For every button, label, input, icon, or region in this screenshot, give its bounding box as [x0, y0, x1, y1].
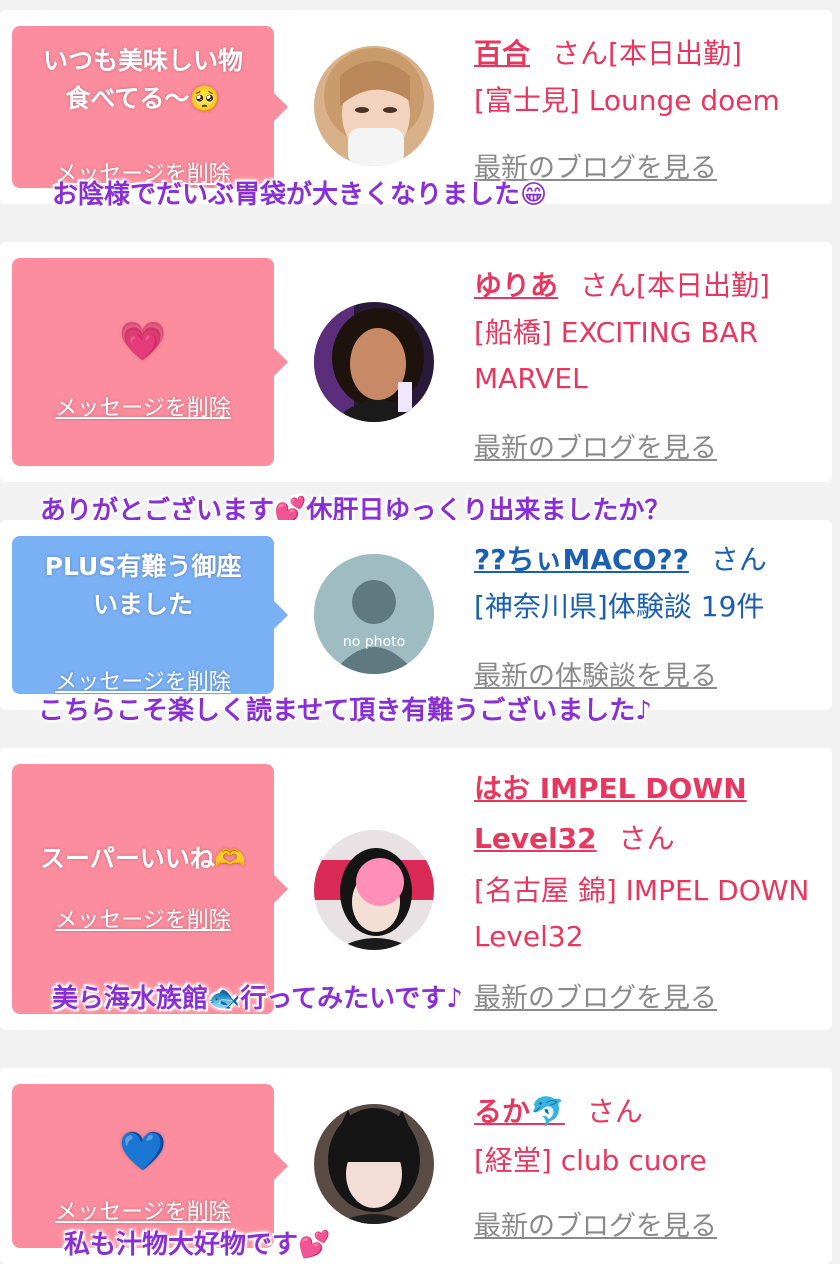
honorific: さん — [586, 1095, 643, 1128]
message-bubble: 💗 メッセージを削除 — [12, 258, 288, 466]
latest-blog-link[interactable]: 最新のブログを見る — [474, 976, 717, 1015]
delete-message-link[interactable]: メッセージを削除 — [12, 390, 274, 422]
shop-info: [名古屋 錦] IMPEL DOWN Level32 — [474, 874, 810, 953]
honorific: さん — [552, 37, 609, 70]
cast-name-link[interactable]: 百合 — [474, 37, 530, 70]
heart-icon: 💗 — [119, 319, 167, 363]
cast-info: 百合 さん[本日出勤] [富士見] Lounge doem — [474, 32, 824, 124]
latest-blog-link[interactable]: 最新のブログを見る — [474, 1204, 717, 1243]
delete-message-link[interactable]: メッセージを削除 — [12, 1194, 274, 1226]
message-bubble: いつも美味しい物 食べてる〜🥺 メッセージを削除 — [12, 26, 288, 188]
latest-blog-link[interactable]: 最新のブログを見る — [474, 426, 717, 465]
shop-info: [神奈川県]体験談 19件 — [474, 590, 765, 623]
heart-icon: 💙 — [119, 1129, 167, 1173]
delete-message-link[interactable]: メッセージを削除 — [12, 902, 274, 934]
reply-caption: お陰様でだいぶ胃袋が大きくなりました😁 — [52, 180, 548, 210]
honorific: さん — [618, 822, 675, 855]
status-badge: [本日出勤] — [608, 37, 742, 70]
cast-name-link[interactable]: はお IMPEL DOWN Level32 — [474, 772, 747, 855]
cast-name-link[interactable]: ??ちぃMACO?? — [474, 543, 689, 576]
honorific: さん — [710, 543, 767, 576]
no-photo-label: no photo — [342, 634, 406, 650]
avatar[interactable] — [314, 302, 434, 422]
shop-info: [船橋] EXCITING BAR MARVEL — [474, 316, 759, 395]
bubble-message: いつも美味しい物 食べてる〜🥺 — [42, 46, 243, 113]
avatar[interactable] — [314, 46, 434, 166]
status-badge: [本日出勤] — [636, 269, 770, 302]
reply-caption: こちらこそ楽しく読ませて頂き有難うございました♪ — [38, 696, 652, 726]
cast-info: ??ちぃMACO?? さん [神奈川県]体験談 19件 — [474, 538, 824, 630]
avatar[interactable]: no photo — [314, 554, 434, 674]
cast-name-link[interactable]: ゆりあ — [474, 269, 558, 302]
cast-info: ゆりあ さん[本日出勤] [船橋] EXCITING BAR MARVEL — [474, 264, 824, 402]
bubble-message: スーパーいいね🫶 — [40, 844, 246, 873]
message-card: PLUS有難う御座 いました メッセージを削除 no photo ??ちぃMAC… — [0, 520, 832, 710]
cast-info: はお IMPEL DOWN Level32 さん [名古屋 錦] IMPEL DO… — [474, 766, 824, 960]
message-card: 💗 メッセージを削除 ゆりあ さん[本日出勤] [船橋] EXCITING BAR… — [0, 242, 832, 482]
reply-caption: 私も汁物大好物です💕 — [64, 1230, 331, 1260]
avatar[interactable] — [314, 1104, 434, 1224]
latest-review-link[interactable]: 最新の体験談を見る — [474, 654, 717, 693]
cast-name-link[interactable]: るか🐬 — [474, 1095, 565, 1128]
message-bubble: スーパーいいね🫶 メッセージを削除 — [12, 764, 288, 1014]
cast-info: るか🐬 さん [経堂] club cuore — [474, 1090, 824, 1184]
avatar[interactable] — [314, 830, 434, 950]
reply-caption: 美ら海水族館🐟行ってみたいです♪ — [52, 984, 463, 1014]
shop-info: [経堂] club cuore — [474, 1144, 707, 1177]
message-bubble: PLUS有難う御座 いました メッセージを削除 — [12, 536, 288, 695]
honorific: さん — [580, 269, 637, 302]
bubble-message: PLUS有難う御座 いました — [44, 552, 242, 619]
shop-info: [富士見] Lounge doem — [474, 84, 780, 117]
